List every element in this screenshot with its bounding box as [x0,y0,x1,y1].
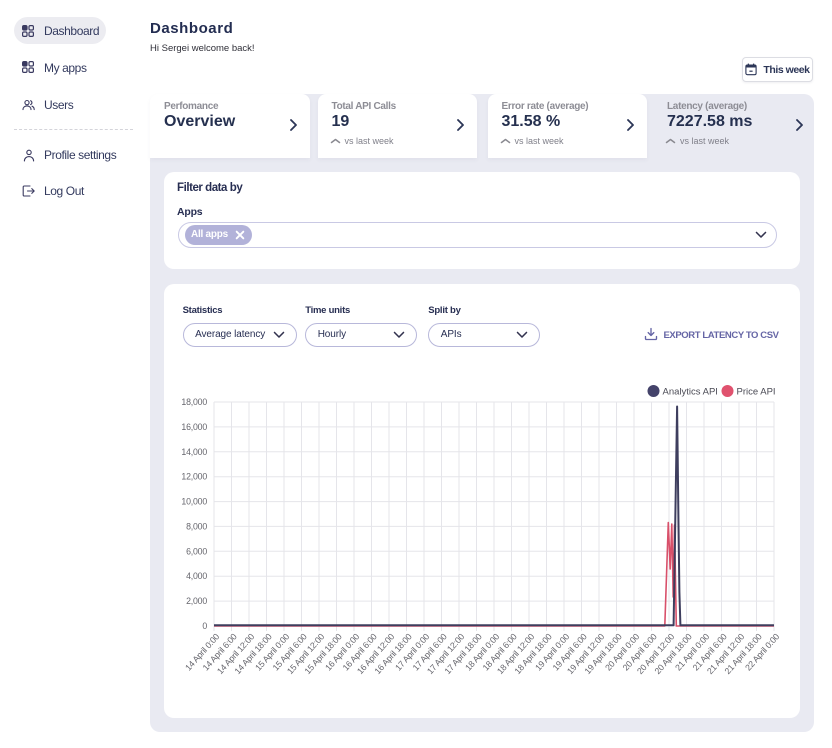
svg-text:14,000: 14,000 [181,447,207,457]
svg-text:18,000: 18,000 [181,397,207,407]
svg-text:Price API: Price API [737,387,776,398]
svg-text:0: 0 [202,621,207,631]
svg-text:Analytics API: Analytics API [663,387,718,398]
svg-text:6,000: 6,000 [186,546,207,556]
svg-text:10,000: 10,000 [181,497,207,507]
svg-text:16,000: 16,000 [181,422,207,432]
svg-text:8,000: 8,000 [186,521,207,531]
svg-text:4,000: 4,000 [186,571,207,581]
svg-text:2,000: 2,000 [186,596,207,606]
svg-text:12,000: 12,000 [181,472,207,482]
